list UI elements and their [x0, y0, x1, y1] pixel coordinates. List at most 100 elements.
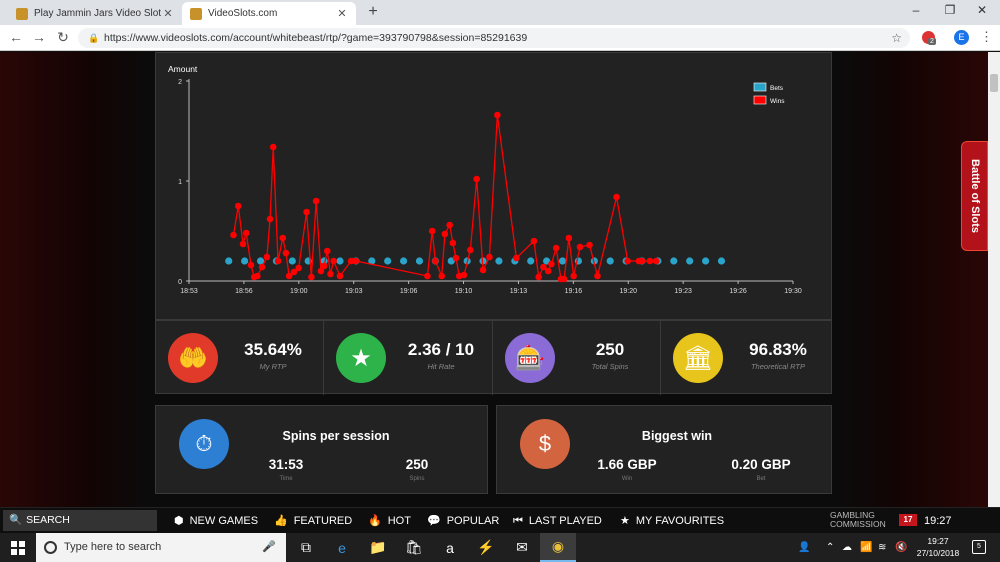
bets-point: [495, 257, 503, 265]
legend-swatch: [753, 95, 767, 105]
wins-point: [452, 254, 460, 262]
taskbar-search[interactable]: Type here to search 🎤: [36, 533, 286, 562]
minimize-icon[interactable]: –: [906, 3, 926, 17]
box-title: Biggest win: [641, 429, 713, 443]
nav-label: LAST PLAYED: [528, 515, 602, 527]
stat-label: My RTP: [259, 362, 287, 371]
browser-menu-icon[interactable]: ⋮: [980, 29, 993, 45]
wins-point: [247, 261, 255, 269]
x-tick-label: 19:16: [565, 288, 583, 295]
nav-label: MY FAVOURITES: [635, 515, 725, 527]
people-icon[interactable]: 👤: [798, 533, 810, 562]
amazon-icon[interactable]: a: [432, 533, 468, 562]
nav-label: HOT: [387, 515, 411, 527]
profile-avatar[interactable]: E: [954, 30, 969, 45]
battle-of-slots-tab[interactable]: Battle of Slots: [961, 141, 988, 251]
curtain-left: [0, 52, 150, 507]
stat-hit-rate: ★ 2.36 / 10 Hit Rate: [324, 321, 493, 395]
stat-total-spins: 🎰 250 Total Spins: [493, 321, 661, 395]
volume-icon[interactable]: 🔇: [895, 533, 907, 562]
battle-label: Battle of Slots: [968, 159, 981, 233]
legend-label: Bets: [770, 85, 784, 92]
tab-close-icon[interactable]: ✕: [336, 7, 348, 20]
reload-icon[interactable]: ↻: [55, 29, 71, 46]
tab-jammin-jars[interactable]: Play Jammin Jars Video Slot Free ✕: [8, 2, 182, 25]
app-bolt-icon[interactable]: ⚡: [468, 533, 504, 562]
windows-taskbar: Type here to search 🎤 ⧉ e 📁 🛍 a ⚡ ✉ ◉ 👤 …: [0, 533, 1000, 562]
close-window-icon[interactable]: ✕: [972, 3, 992, 17]
nav-new-games[interactable]: ⬢ NEW GAMES: [174, 508, 258, 534]
new-tab-button[interactable]: +: [364, 3, 382, 21]
nav-hot[interactable]: 🔥 HOT: [368, 508, 411, 534]
thumbs-up-icon: 👍: [274, 515, 288, 527]
url-field[interactable]: 🔒 https://www.videoslots.com/account/whi…: [78, 28, 910, 48]
star-icon: ★: [336, 333, 386, 383]
win-value: 1.66 GBP: [597, 457, 657, 472]
gambling-commission-logo[interactable]: GAMBLING COMMISSION: [830, 511, 886, 529]
wins-point: [323, 247, 331, 255]
tab-videoslots[interactable]: VideoSlots.com ✕: [182, 2, 356, 25]
forward-icon[interactable]: →: [31, 29, 47, 45]
win-label: Win: [621, 476, 633, 482]
microphone-icon[interactable]: 🎤: [262, 533, 276, 562]
scroll-thumb[interactable]: [990, 74, 998, 92]
wins-point: [613, 193, 620, 201]
bet-label: Bet: [756, 476, 766, 482]
tab-close-icon[interactable]: ✕: [162, 7, 174, 20]
wins-point: [544, 267, 552, 275]
task-view-icon[interactable]: ⧉: [288, 533, 324, 562]
page-scrollbar[interactable]: [988, 52, 1000, 507]
taskbar-time: 19:27: [927, 536, 949, 546]
stat-value: 250: [595, 340, 625, 359]
bets-point: [241, 257, 249, 265]
nav-my-favourites[interactable]: ★ MY FAVOURITES: [620, 508, 724, 534]
browser-tab-bar: Play Jammin Jars Video Slot Free ✕ Video…: [0, 0, 1000, 25]
wins-point: [594, 272, 601, 280]
bets-point: [225, 257, 233, 265]
wins-point: [570, 272, 577, 280]
rewind-icon: ⏮: [513, 515, 523, 527]
x-tick-label: 19:00: [290, 288, 308, 295]
windows-start-button[interactable]: [0, 533, 36, 562]
wins-point: [473, 175, 480, 183]
wins-point: [432, 257, 439, 265]
star-icon: ★: [620, 515, 630, 527]
wins-point: [638, 257, 646, 265]
restore-icon[interactable]: ❐: [940, 3, 960, 17]
taskbar-clock[interactable]: 19:27 27/10/2018: [912, 535, 964, 559]
lock-icon: 🔒: [88, 33, 100, 43]
spins-label: Spins: [409, 476, 425, 482]
notification-icon[interactable]: 5: [972, 540, 986, 554]
mail-icon[interactable]: ✉: [504, 533, 540, 562]
wins-point: [308, 273, 315, 281]
tray-chevron-icon[interactable]: ⌃: [826, 533, 834, 562]
store-icon[interactable]: 🛍: [396, 533, 432, 562]
wins-point: [327, 270, 334, 278]
bookmark-star-icon[interactable]: ☆: [891, 28, 902, 48]
wifi-icon[interactable]: ≋: [878, 533, 886, 562]
y-tick-label: 0: [178, 279, 182, 286]
time-label: Time: [279, 476, 293, 482]
nav-label: POPULAR: [446, 515, 500, 527]
onedrive-icon[interactable]: ☁: [842, 533, 852, 562]
chrome-icon[interactable]: ◉: [540, 533, 576, 562]
bets-point: [606, 257, 614, 265]
box-title: Spins per session: [282, 429, 390, 443]
nav-popular[interactable]: 💬 POPULAR: [427, 508, 499, 534]
x-tick-label: 19:30: [784, 288, 802, 295]
edge-icon[interactable]: e: [324, 533, 360, 562]
biggest-win-box: $ Biggest win 1.66 GBP Win 0.20 GBP Bet: [496, 405, 832, 494]
flame-icon: 🔥: [368, 515, 382, 527]
site-search[interactable]: 🔍 SEARCH: [3, 510, 157, 531]
spins-value: 250: [405, 457, 429, 472]
nav-featured[interactable]: 👍 FEATURED: [274, 508, 352, 534]
gambling-line2: COMMISSION: [830, 519, 886, 529]
back-icon[interactable]: ←: [8, 29, 24, 45]
address-toolbar: ← → ↻ 🔒 https://www.videoslots.com/accou…: [0, 25, 1000, 51]
network-icon[interactable]: 📶: [860, 533, 872, 562]
file-explorer-icon[interactable]: 📁: [360, 533, 396, 562]
cube-icon: ⬢: [174, 515, 184, 527]
nav-last-played[interactable]: ⏮ LAST PLAYED: [513, 508, 602, 534]
curtain-right: [838, 52, 988, 507]
wins-point: [424, 272, 431, 280]
